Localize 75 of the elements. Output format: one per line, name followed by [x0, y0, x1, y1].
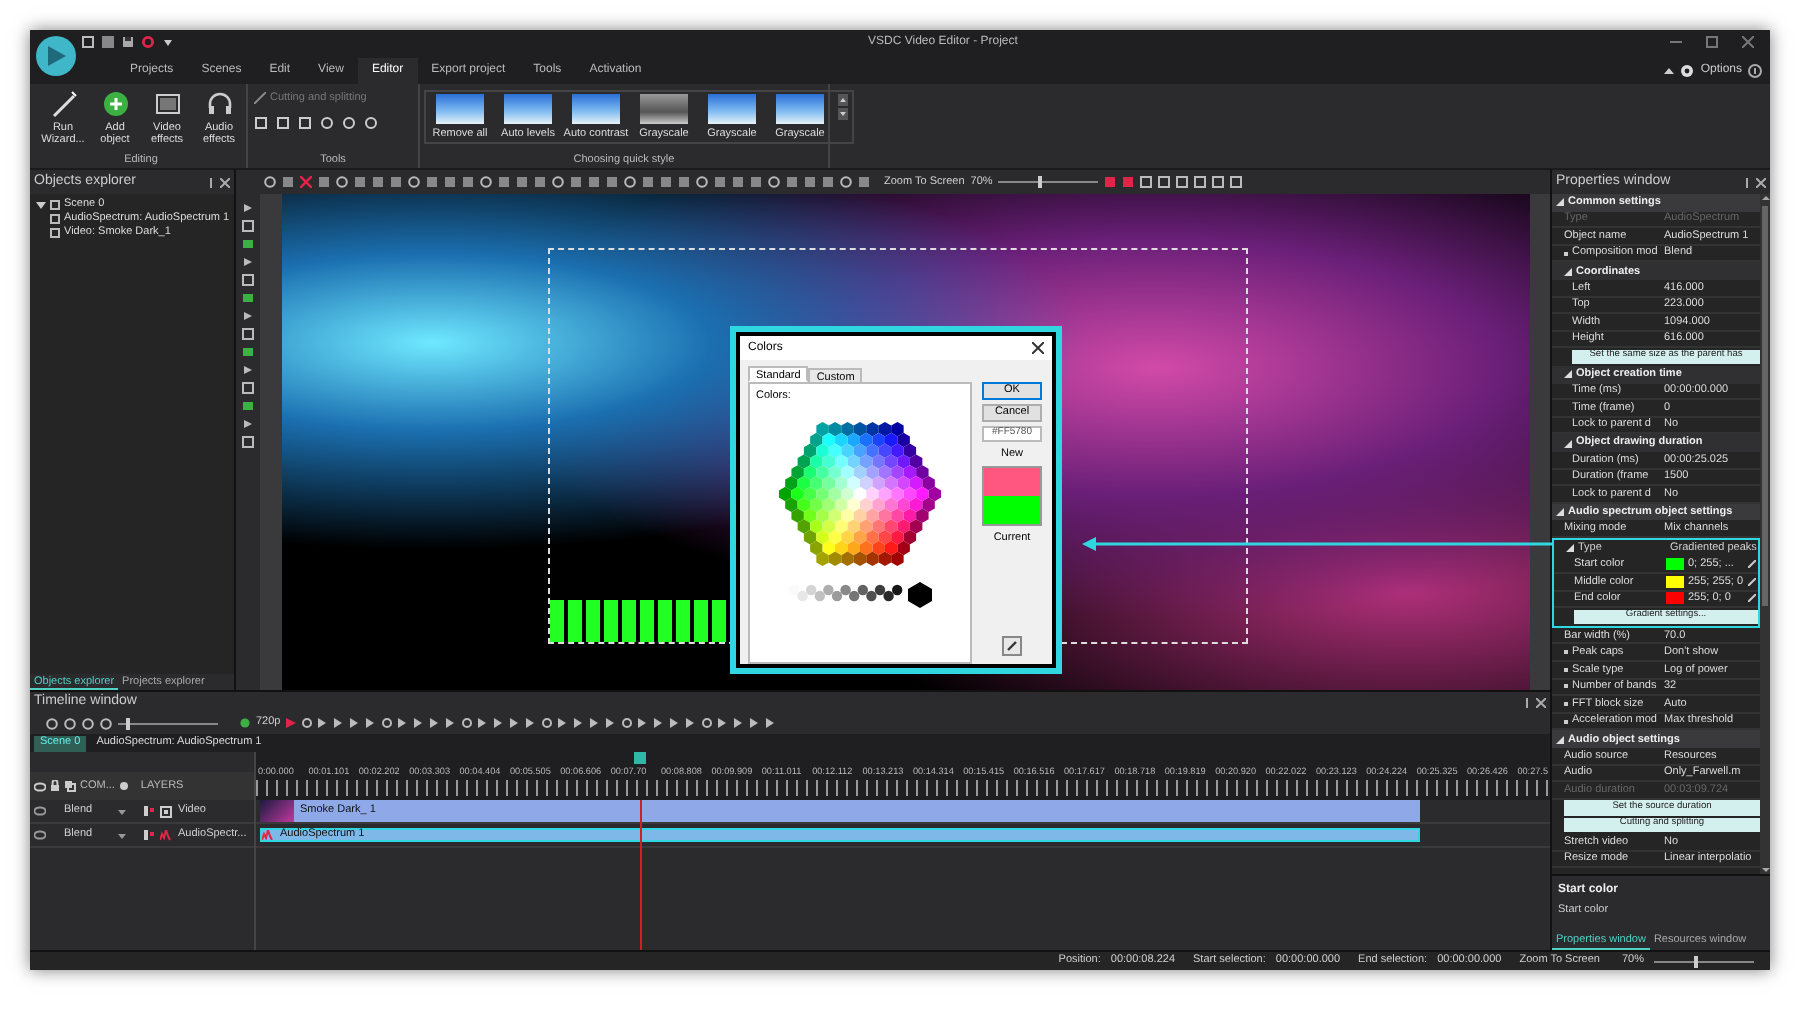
- zoom-slider-icon[interactable]: [1654, 955, 1754, 967]
- app-logo-icon: [34, 34, 78, 78]
- close-icon[interactable]: [1032, 342, 1044, 354]
- expander-icon[interactable]: [36, 200, 46, 210]
- record-icon[interactable]: [142, 36, 154, 48]
- thumbnail-placeholder: [260, 800, 294, 822]
- collapse-icon[interactable]: [1564, 370, 1572, 379]
- spectrum-bar: [712, 600, 726, 642]
- pin-icon[interactable]: [206, 177, 216, 187]
- spectrum-bar: [568, 600, 582, 642]
- collapse-icon[interactable]: [1556, 735, 1564, 744]
- close-icon[interactable]: [1756, 177, 1766, 187]
- lock-icon[interactable]: [50, 780, 60, 792]
- collapse-icon[interactable]: [1564, 267, 1572, 276]
- help-icon[interactable]: [1748, 64, 1762, 78]
- eye-icon[interactable]: [34, 806, 46, 816]
- collapse-icon[interactable]: [1564, 439, 1572, 448]
- add-icon: [101, 90, 129, 118]
- spectrum-bar: [604, 600, 618, 642]
- layers-icon[interactable]: [64, 780, 76, 792]
- caret-icon[interactable]: [118, 807, 126, 815]
- spectrum-bar: [658, 600, 672, 642]
- spectrum-bar: [622, 600, 636, 642]
- settings-icon[interactable]: [1680, 64, 1695, 78]
- collapse-icon[interactable]: [1556, 507, 1564, 516]
- collapse-icon[interactable]: [1556, 198, 1564, 207]
- scroll-down-icon[interactable]: [838, 108, 848, 120]
- toolbar-icon[interactable]: [300, 176, 312, 188]
- color-swatch[interactable]: [1666, 558, 1684, 571]
- photo-placeholder: [572, 94, 620, 124]
- color-swatch[interactable]: [1666, 575, 1684, 588]
- spectrum-bar: [550, 600, 564, 642]
- collapse-ribbon-icon[interactable]: [1664, 66, 1675, 76]
- photo-placeholder: [776, 94, 824, 124]
- photo-placeholder: [708, 94, 756, 124]
- waveform-icon: [160, 829, 172, 841]
- pen-icon: [254, 92, 266, 105]
- photo-placeholder: [436, 94, 484, 124]
- scroll-up-icon[interactable]: [838, 94, 848, 106]
- eyedropper-button[interactable]: [1002, 636, 1022, 656]
- playhead-handle[interactable]: [634, 752, 647, 764]
- minimize-icon[interactable]: [1670, 36, 1682, 48]
- caret-icon[interactable]: [118, 831, 126, 839]
- eye-icon[interactable]: [34, 781, 46, 791]
- collapse-icon[interactable]: [1566, 544, 1574, 553]
- spectrum-bar: [694, 600, 708, 642]
- close-icon[interactable]: [220, 177, 230, 187]
- color-swatch[interactable]: [1666, 592, 1684, 605]
- audio-icon[interactable]: [118, 780, 131, 792]
- maximize-icon[interactable]: [1706, 36, 1718, 48]
- photo-placeholder: [504, 94, 552, 124]
- video-track-icon: [160, 805, 172, 817]
- play-preview-icon[interactable]: [286, 718, 297, 728]
- photo-placeholder: [640, 94, 688, 124]
- new-project-icon[interactable]: [82, 36, 94, 48]
- status-dot-icon: [240, 718, 250, 728]
- timeline-zoom-slider-icon[interactable]: [118, 717, 218, 729]
- eyedropper-icon: [1006, 640, 1018, 652]
- track-marker-icon: [144, 830, 154, 840]
- spectrum-bar: [586, 600, 600, 642]
- wand-icon: [49, 90, 77, 118]
- eye-icon[interactable]: [34, 830, 46, 840]
- waveform-icon: [262, 830, 274, 840]
- scrollbar-thumb[interactable]: [1762, 206, 1768, 606]
- save-icon[interactable]: [122, 36, 134, 48]
- headphones-icon: [205, 90, 233, 118]
- close-icon[interactable]: [1536, 697, 1546, 707]
- spectrum-bar: [640, 600, 654, 642]
- dropdown-caret-icon[interactable]: [162, 36, 174, 48]
- zoom-slider-icon[interactable]: [998, 176, 1099, 188]
- film-frame-icon: [153, 90, 181, 118]
- pin-icon[interactable]: [1522, 697, 1532, 707]
- pin-icon[interactable]: [1742, 177, 1752, 187]
- track-marker-icon: [144, 806, 154, 816]
- spectrum-bar: [676, 600, 690, 642]
